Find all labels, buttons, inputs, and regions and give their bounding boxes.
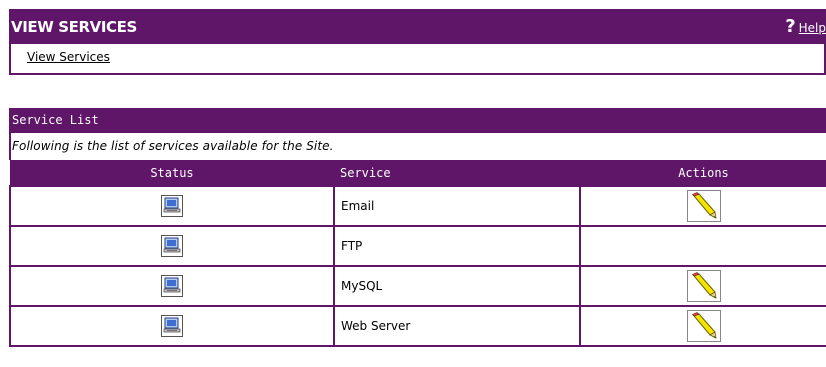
help-icon[interactable]: ? (785, 18, 795, 36)
actions-cell (579, 225, 826, 267)
status-cell (9, 305, 335, 347)
page-header: VIEW SERVICES ? Help (9, 9, 826, 44)
column-header-service: Service (334, 160, 580, 186)
actions-cell (579, 185, 826, 227)
table-row: MySQL (9, 265, 826, 307)
service-table-header-row: Status Service Actions (10, 160, 826, 186)
help-area: ? Help (785, 18, 826, 36)
pencil-edit-icon[interactable] (686, 190, 721, 222)
column-header-status: Status (10, 160, 334, 186)
help-link[interactable]: Help (799, 21, 826, 35)
column-header-actions: Actions (580, 160, 826, 186)
service-table-body: Email FTP MySQL Web Server (9, 185, 826, 347)
service-name: FTP (333, 225, 581, 267)
table-row: Web Server (9, 305, 826, 347)
monitor-icon[interactable] (161, 195, 183, 217)
status-cell (9, 265, 335, 307)
table-row: FTP (9, 225, 826, 267)
service-name: Web Server (333, 305, 581, 347)
page-title: VIEW SERVICES (11, 18, 137, 36)
status-cell (9, 185, 335, 227)
actions-cell (579, 265, 826, 307)
monitor-icon[interactable] (161, 315, 183, 337)
table-row: Email (9, 185, 826, 227)
pencil-edit-icon[interactable] (686, 270, 721, 302)
service-list-title: Service List (9, 108, 826, 133)
breadcrumb: View Services (9, 44, 826, 75)
monitor-icon[interactable] (161, 275, 183, 297)
service-list-description: Following is the list of services availa… (9, 133, 826, 160)
breadcrumb-view-services-link[interactable]: View Services (27, 50, 110, 64)
monitor-icon[interactable] (161, 235, 183, 257)
service-name: Email (333, 185, 581, 227)
pencil-edit-icon[interactable] (686, 310, 721, 342)
status-cell (9, 225, 335, 267)
actions-cell (579, 305, 826, 347)
view-services-page: VIEW SERVICES ? Help View Services Servi… (0, 0, 826, 367)
service-name: MySQL (333, 265, 581, 307)
service-table: Status Service Actions Email FTP MySQL Web … (9, 160, 826, 347)
